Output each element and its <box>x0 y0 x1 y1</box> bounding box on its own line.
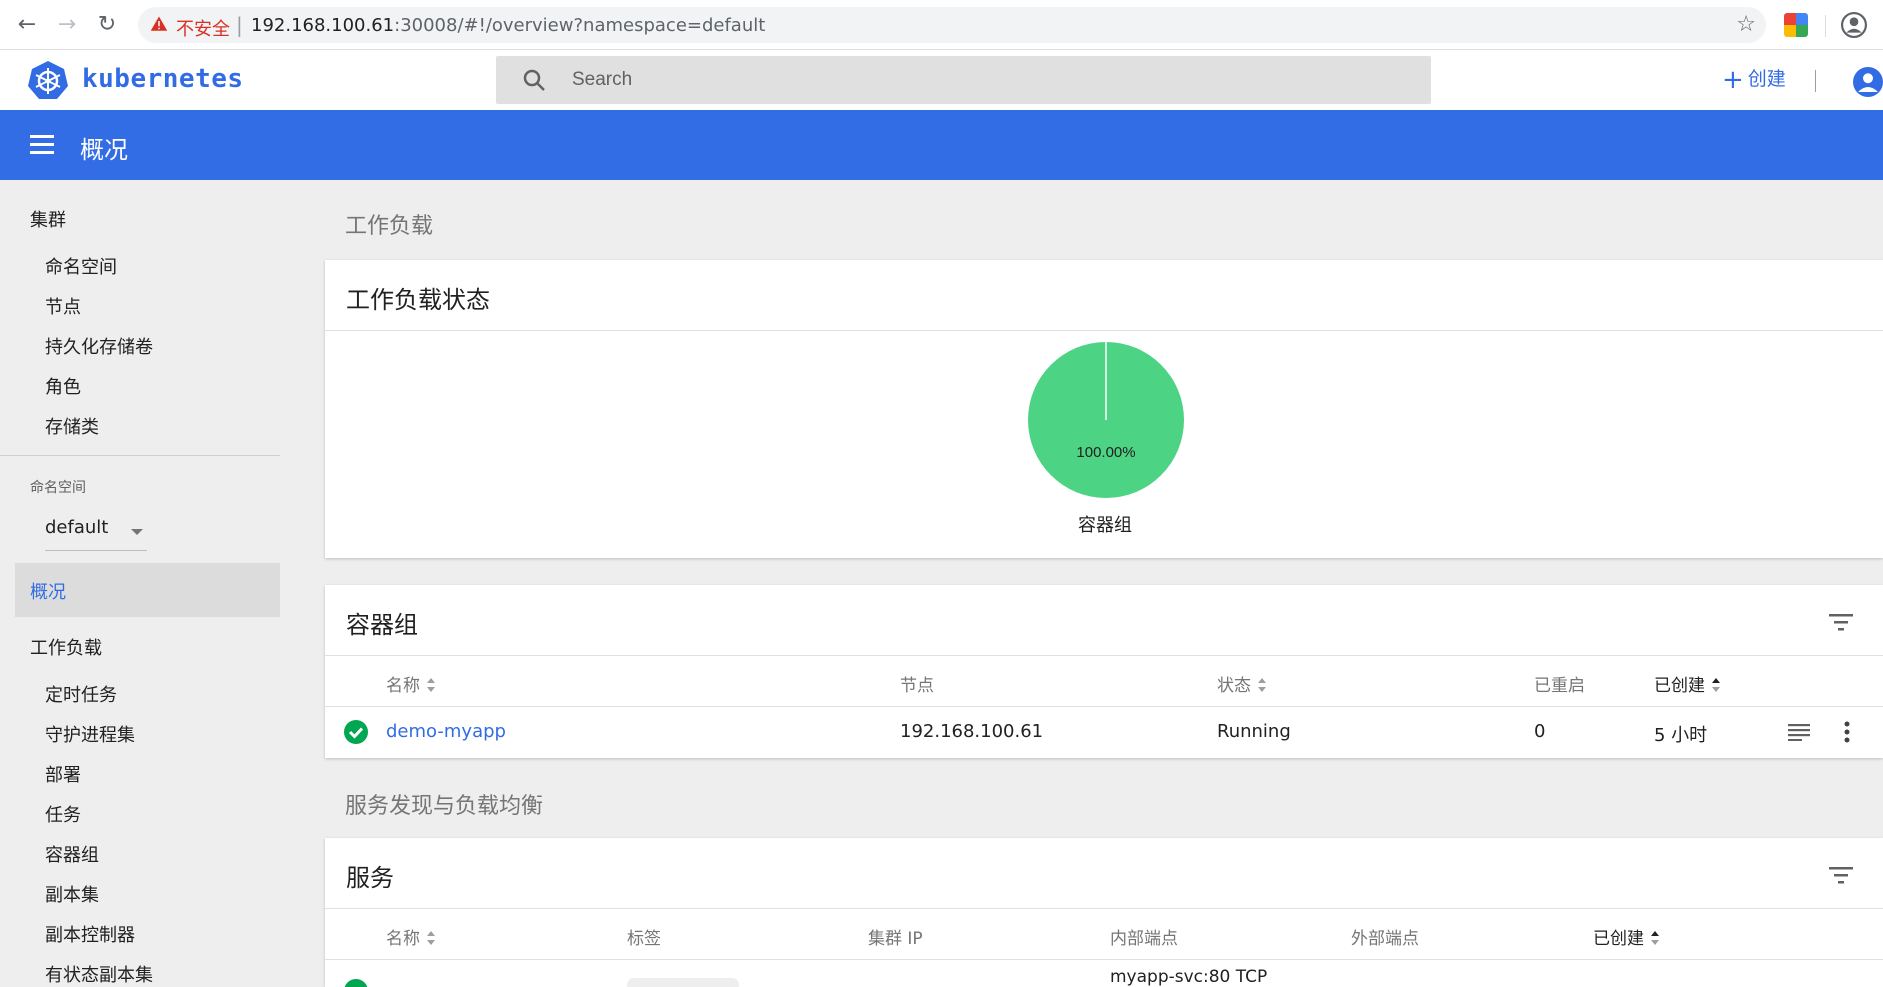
check-circle-icon <box>344 979 368 987</box>
sidebar-item-pods[interactable]: 容器组 <box>45 841 99 867</box>
pods-card-title: 容器组 <box>346 611 418 639</box>
sort-icon <box>427 931 435 945</box>
pod-name-link[interactable]: demo-myapp <box>386 721 506 742</box>
sidebar-item-replicasets[interactable]: 副本集 <box>45 881 99 907</box>
namespace-label: 命名空间 <box>30 480 86 496</box>
check-circle-icon <box>344 720 368 744</box>
menu-icon[interactable] <box>30 135 54 155</box>
sidebar-item-roles[interactable]: 角色 <box>45 373 81 399</box>
sidebar: 集群 命名空间 节点 持久化存储卷 角色 存储类 命名空间 default 概况… <box>0 180 300 987</box>
label-chip <box>627 978 739 987</box>
col-header-name[interactable]: 名称 <box>386 671 436 696</box>
sidebar-item-cronjobs[interactable]: 定时任务 <box>45 681 117 707</box>
brand-name[interactable]: kubernetes <box>82 64 244 94</box>
pod-restarts: 0 <box>1534 721 1546 742</box>
col-header-name[interactable]: 名称 <box>386 924 436 949</box>
col-header-labels: 标签 <box>627 929 661 949</box>
namespace-select[interactable]: default <box>45 515 147 551</box>
page-toolbar: 概况 <box>0 110 1883 180</box>
sidebar-divider <box>0 455 280 456</box>
workloads-section-title: 工作负载 <box>345 214 434 239</box>
pod-created: 5 小时 <box>1654 725 1708 746</box>
filter-icon[interactable] <box>1829 866 1853 884</box>
browser-bar: ← → ↻ 不安全 | 192.168.100.61:30008/#!/over… <box>0 0 1883 50</box>
card-divider <box>325 655 1883 656</box>
col-header-created[interactable]: 已创建 <box>1593 924 1660 949</box>
sidebar-heading-workloads[interactable]: 工作负载 <box>30 634 102 660</box>
discovery-section-title: 服务发现与负载均衡 <box>345 794 544 819</box>
pie-caption: 容器组 <box>1078 515 1132 536</box>
browser-profile-icon[interactable] <box>1841 12 1867 38</box>
pod-status: Running <box>1217 721 1291 742</box>
pod-status-pie: 100.00% <box>1028 342 1184 498</box>
address-bar[interactable]: 不安全 | 192.168.100.61:30008/#!/overview?n… <box>138 7 1766 43</box>
workload-status-card: 工作负载状态 100.00% 容器组 <box>325 260 1883 558</box>
sort-icon <box>427 678 435 692</box>
logs-icon[interactable] <box>1788 723 1810 741</box>
workload-status-title: 工作负载状态 <box>346 286 490 314</box>
search-icon <box>523 69 545 91</box>
forward-arrow-icon[interactable]: → <box>54 12 80 38</box>
sidebar-item-namespaces[interactable]: 命名空间 <box>45 253 117 279</box>
pod-node: 192.168.100.61 <box>900 721 1044 742</box>
services-card-title: 服务 <box>346 864 394 892</box>
sidebar-item-statefulsets[interactable]: 有状态副本集 <box>45 961 153 987</box>
warning-icon <box>150 16 168 31</box>
pods-card: 容器组 名称 节点 状态 已重启 已创建 demo-myapp 192.168.… <box>325 585 1883 758</box>
back-arrow-icon[interactable]: ← <box>14 12 40 38</box>
toolbar-divider <box>1825 15 1826 37</box>
col-header-created[interactable]: 已创建 <box>1654 671 1721 696</box>
filter-icon[interactable] <box>1829 613 1853 631</box>
create-button[interactable]: + 创建 <box>1722 64 1786 95</box>
more-vert-icon[interactable] <box>1843 721 1851 743</box>
namespace-value: default <box>45 517 109 538</box>
plus-icon: + <box>1722 65 1744 95</box>
sort-icon <box>1258 678 1266 692</box>
sidebar-item-daemonsets[interactable]: 守护进程集 <box>45 721 135 747</box>
search-input[interactable] <box>572 64 1392 96</box>
sort-icon <box>1651 931 1659 945</box>
service-internal-endpoint: myapp-svc:80 TCP <box>1110 967 1268 987</box>
search-box[interactable] <box>496 56 1431 104</box>
card-divider <box>325 959 1883 960</box>
sidebar-item-label: 概况 <box>30 582 66 603</box>
app-header: kubernetes +创建 <box>0 50 1883 110</box>
services-card: 服务 名称 标签 集群 IP 内部端点 外部端点 已创建 myapp-svc:8… <box>325 838 1883 987</box>
card-divider <box>325 908 1883 909</box>
col-header-internal-endpoints: 内部端点 <box>1110 929 1178 949</box>
sidebar-item-nodes[interactable]: 节点 <box>45 293 81 319</box>
col-header-status[interactable]: 状态 <box>1217 671 1267 696</box>
sidebar-heading-cluster[interactable]: 集群 <box>30 206 66 232</box>
extension-icon[interactable] <box>1784 13 1808 37</box>
sidebar-item-overview[interactable]: 概况 <box>15 563 280 617</box>
card-divider <box>325 330 1883 331</box>
page-title: 概况 <box>80 136 128 164</box>
sidebar-item-deployments[interactable]: 部署 <box>45 761 81 787</box>
reload-icon[interactable]: ↻ <box>94 12 120 38</box>
dropdown-caret-icon <box>131 529 143 535</box>
col-header-external-endpoints: 外部端点 <box>1351 929 1419 949</box>
kubernetes-logo-icon[interactable] <box>28 60 68 100</box>
sort-icon <box>1712 678 1720 692</box>
pie-percent-label: 100.00% <box>1076 444 1135 461</box>
account-circle-icon[interactable] <box>1853 67 1883 97</box>
bookmark-star-icon[interactable]: ☆ <box>1736 12 1756 37</box>
insecure-label: 不安全 <box>176 19 230 40</box>
url-text: 192.168.100.61:30008/#!/overview?namespa… <box>251 15 766 36</box>
sidebar-item-jobs[interactable]: 任务 <box>45 801 81 827</box>
header-divider <box>1815 70 1816 92</box>
sidebar-item-storage-classes[interactable]: 存储类 <box>45 413 99 439</box>
card-divider <box>325 706 1883 707</box>
sidebar-item-replication-controllers[interactable]: 副本控制器 <box>45 921 135 947</box>
sidebar-item-persistent-volumes[interactable]: 持久化存储卷 <box>45 333 153 359</box>
col-header-node: 节点 <box>900 676 934 696</box>
address-separator: | <box>236 13 243 37</box>
col-header-restarts: 已重启 <box>1534 676 1585 696</box>
col-header-cluster-ip: 集群 IP <box>868 929 923 949</box>
